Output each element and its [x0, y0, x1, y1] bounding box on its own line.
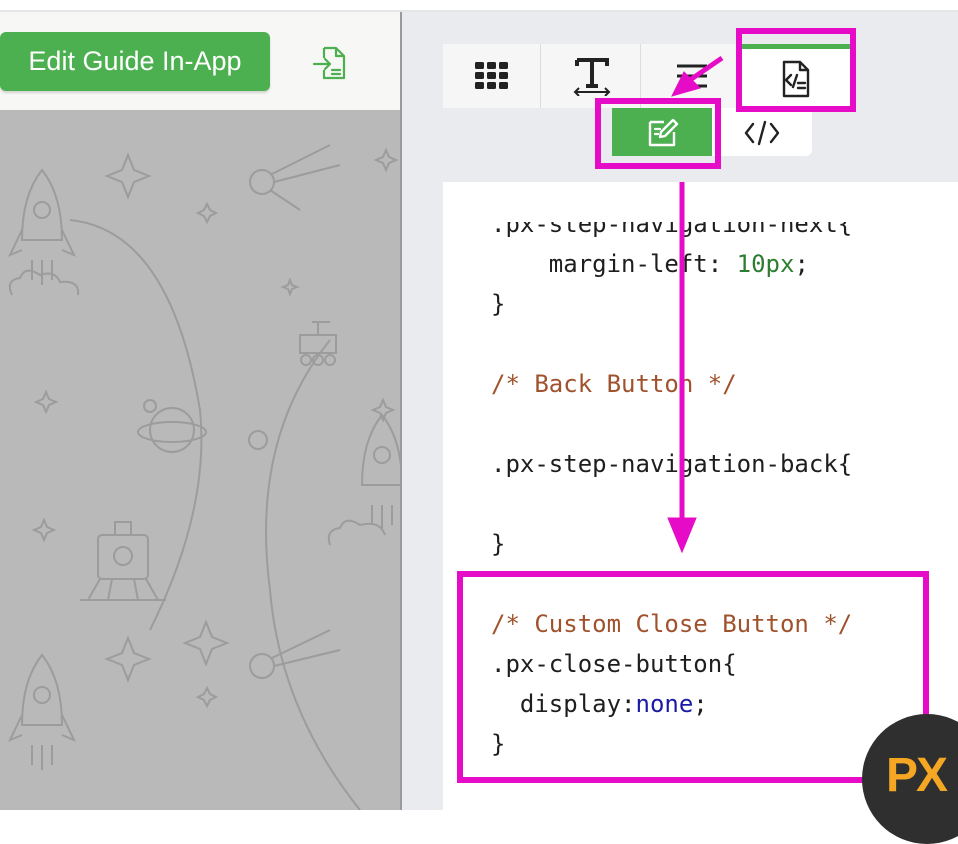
code-comment: /* Back Button */ [491, 370, 737, 398]
text-format-icon [573, 58, 611, 96]
code-token: ; [794, 250, 809, 278]
tab-blocks[interactable] [443, 44, 541, 108]
style-adjust-icon [677, 64, 707, 88]
guide-preview-background [0, 110, 400, 810]
code-line: margin-left: 10px; [491, 244, 809, 284]
source-code-icon [744, 120, 780, 146]
code-line: .px-step-navigation-next{ [491, 210, 853, 238]
code-line: } [491, 290, 506, 318]
px-logo-text: PX [886, 749, 948, 802]
highlight-edit-subtab [595, 98, 721, 169]
code-line: .px-step-navigation-back{ [491, 450, 853, 478]
code-token-number: 10px [736, 250, 795, 278]
top-strip [0, 0, 958, 12]
space-pattern-illustration [7, 144, 400, 810]
subtab-source[interactable] [712, 108, 812, 156]
code-token: margin-left: [491, 250, 737, 278]
export-icon[interactable] [310, 44, 350, 84]
highlight-code-tab [736, 28, 856, 112]
grid-icon [475, 62, 508, 89]
edit-guide-in-app-button[interactable]: Edit Guide In-App [0, 32, 270, 91]
code-line: } [491, 530, 506, 558]
highlight-close-button-css [457, 571, 929, 783]
